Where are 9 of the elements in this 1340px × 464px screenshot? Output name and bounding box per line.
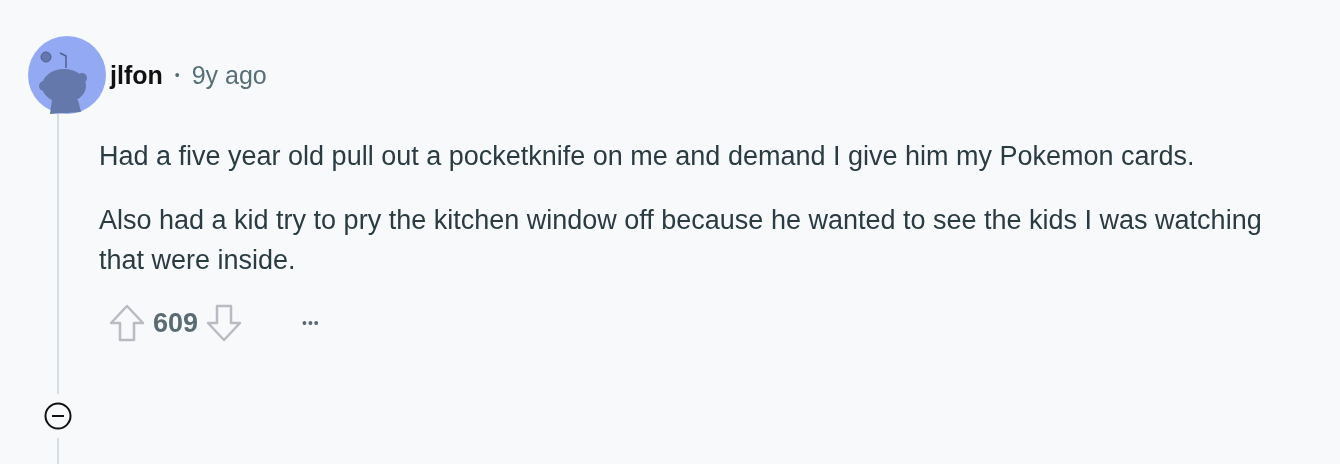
- timestamp: 9y ago: [191, 60, 267, 90]
- comment-paragraph: Also had a kid try to pry the kitchen window off because he wanted to see the kids I was watching that were inside.: [99, 204, 1263, 277]
- avatar-icon[interactable]: [28, 36, 106, 114]
- separator-dot: •: [174, 67, 180, 83]
- collapse-icon[interactable]: [44, 402, 72, 430]
- comment-paragraph: Had a five year old pull out a pocketknife on me and demand I give him my Pokemon cards.: [99, 140, 1196, 173]
- username[interactable]: jlfon: [110, 60, 163, 90]
- vote-count: 609: [153, 307, 199, 339]
- more-options-button[interactable]: •••: [294, 311, 328, 335]
